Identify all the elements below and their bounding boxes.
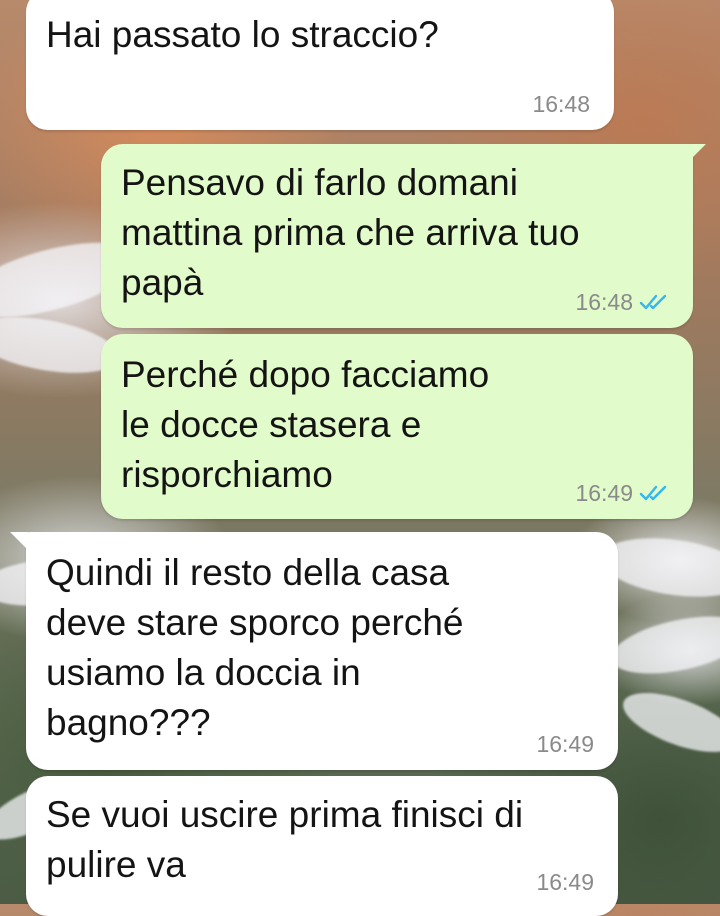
message-time: 16:49 — [536, 869, 594, 895]
message-meta: 16:49 — [575, 479, 669, 507]
message-text: Quindi il resto della casa deve stare sp… — [46, 552, 464, 743]
message-text: Se vuoi uscire prima finisci di pulire v… — [46, 794, 524, 885]
message-bubble-outgoing[interactable]: Perché dopo facciamo le docce stasera e … — [101, 334, 693, 519]
message-time: 16:49 — [575, 480, 633, 506]
message-text: Pensavo di farlo domani mattina prima ch… — [121, 162, 580, 303]
message-time: 16:49 — [536, 731, 594, 757]
chat-conversation: Hai passato lo straccio? 16:48 Pensavo d… — [0, 0, 720, 916]
message-meta: 16:48 — [575, 288, 669, 316]
double-check-icon — [639, 484, 669, 502]
message-meta: 16:49 — [536, 730, 594, 758]
bubble-tail — [690, 144, 706, 160]
message-bubble-incoming[interactable]: Se vuoi uscire prima finisci di pulire v… — [26, 776, 618, 916]
message-time: 16:48 — [575, 289, 633, 315]
message-time: 16:48 — [532, 91, 590, 117]
message-text: Hai passato lo straccio? — [46, 14, 439, 55]
message-bubble-outgoing[interactable]: Pensavo di farlo domani mattina prima ch… — [101, 144, 693, 328]
bubble-tail — [10, 532, 28, 550]
message-bubble-incoming[interactable]: Quindi il resto della casa deve stare sp… — [26, 532, 618, 770]
double-check-icon — [639, 293, 669, 311]
message-text: Perché dopo facciamo le docce stasera e … — [121, 354, 490, 495]
message-meta: 16:49 — [536, 868, 594, 896]
message-bubble-incoming[interactable]: Hai passato lo straccio? 16:48 — [26, 0, 614, 130]
message-meta: 16:48 — [532, 90, 590, 118]
